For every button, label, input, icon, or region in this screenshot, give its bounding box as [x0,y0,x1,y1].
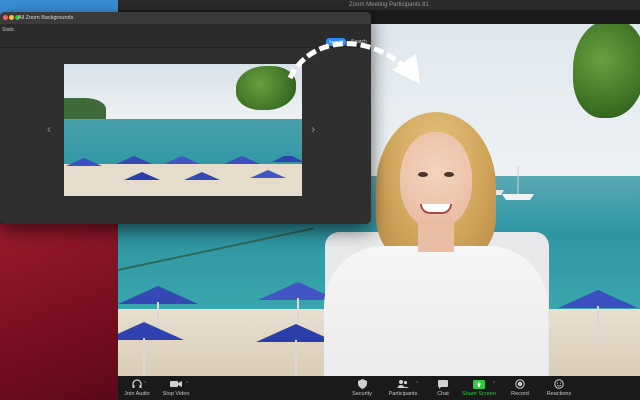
reactions-icon [553,378,565,390]
chat-icon [437,378,449,390]
share-options-caret[interactable]: ^ [493,381,495,387]
beach-umbrella [558,290,638,344]
dialog-titlebar[interactable]: All Zoom Backgrounds [0,12,371,24]
participant-smile [420,204,452,214]
share-screen-button[interactable]: Share Screen [462,376,496,400]
participants-icon [397,378,409,390]
participants-options-caret[interactable]: ^ [416,381,418,387]
audio-options-caret[interactable]: ^ [144,381,146,387]
security-label: Security [352,391,372,397]
share-screen-label: Share Screen [462,391,496,397]
screen: Zoom Meeting Participants 81 Join Audio … [0,0,640,400]
security-button[interactable]: Security [349,376,375,400]
curved-arrow-icon [287,41,420,84]
previous-background-arrow[interactable]: ‹ [47,122,51,136]
share-screen-icon [473,378,485,390]
desktop-wallpaper [0,224,118,400]
join-audio-button[interactable]: Join Audio [122,376,152,400]
participant-eye [418,172,428,177]
tab-static[interactable]: Static [2,27,15,33]
participant-shirt [324,246,548,376]
beach-umbrella [118,286,198,340]
record-label: Record [511,391,529,397]
participant-eye [444,172,454,177]
reactions-button[interactable]: Reactions [544,376,574,400]
meeting-title: Zoom Meeting Participants 81 [349,2,429,8]
join-audio-label: Join Audio [124,391,150,397]
minimize-window-button[interactable] [9,15,14,20]
background-preview-image[interactable] [64,64,302,196]
meeting-titlebar: Zoom Meeting Participants 81 [118,0,640,10]
palm-leaves [573,24,640,118]
shield-icon [356,378,368,390]
preview-umbrellas [66,156,302,180]
chat-label: Chat [437,391,449,397]
stop-video-label: Stop Video [162,391,190,397]
record-button[interactable]: Record [508,376,532,400]
close-window-button[interactable] [3,15,8,20]
next-background-arrow[interactable]: › [311,122,315,136]
beach-umbrella [118,322,184,376]
preview-hill [64,98,106,120]
participants-button[interactable]: Participants [386,376,420,400]
video-camera-icon [170,378,182,390]
record-icon [514,378,526,390]
meeting-toolbar: Join Audio ^ Stop Video ^ Security Parti… [118,376,640,400]
chat-button[interactable]: Chat [434,376,452,400]
stop-video-button[interactable]: Stop Video [160,376,192,400]
video-options-caret[interactable]: ^ [186,381,188,387]
participants-label: Participants [388,391,418,397]
dialog-title: All Zoom Backgrounds [18,15,74,21]
reactions-label: Reactions [546,391,572,397]
headphones-icon [131,378,143,390]
